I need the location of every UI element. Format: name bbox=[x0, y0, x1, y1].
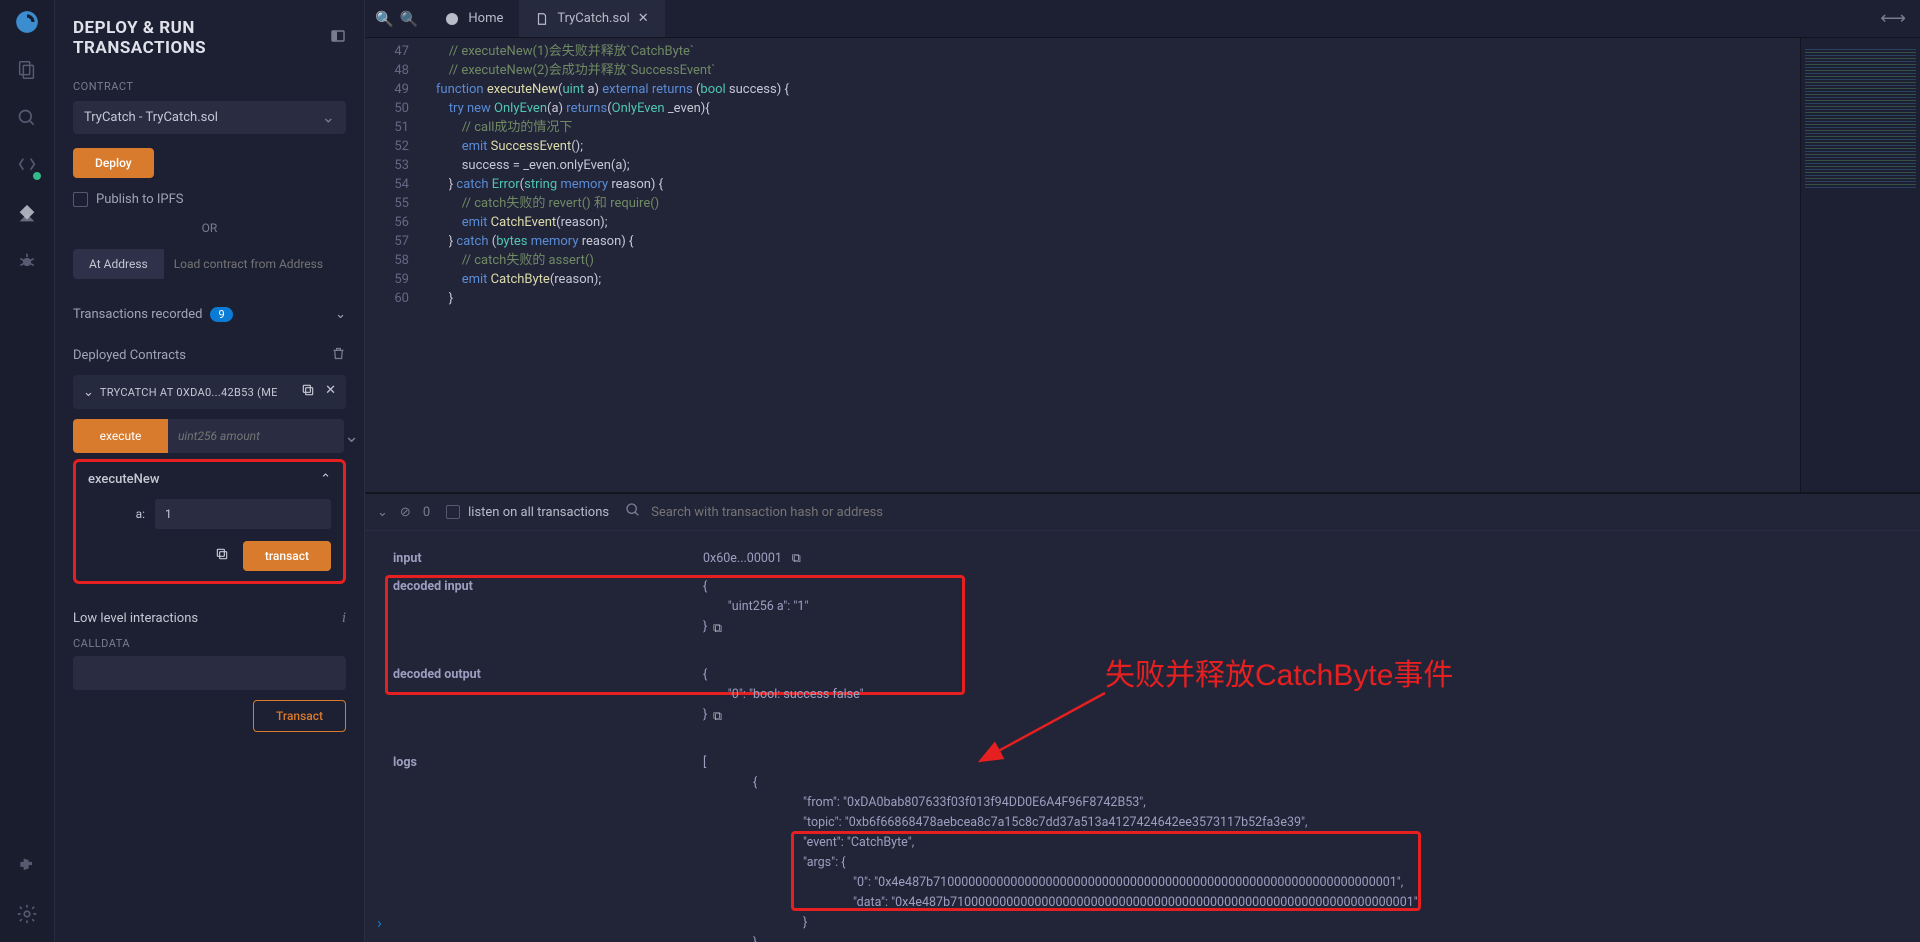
instance-name: TRYCATCH AT 0XDA0...42B53 (ME bbox=[100, 386, 301, 399]
logo-icon[interactable] bbox=[13, 8, 41, 36]
deployed-contracts-label: Deployed Contracts bbox=[73, 348, 186, 363]
terminal-toggle-icon[interactable]: ⌄ bbox=[377, 505, 388, 520]
param-a-label: a: bbox=[88, 507, 145, 521]
panel-collapse-icon[interactable] bbox=[330, 28, 346, 48]
tab-home[interactable]: Home bbox=[428, 0, 519, 37]
param-a-input[interactable] bbox=[155, 499, 331, 529]
chevron-down-icon: ⌄ bbox=[335, 307, 346, 322]
lli-transact-button[interactable]: Transact bbox=[253, 700, 346, 732]
info-icon[interactable]: i bbox=[342, 610, 346, 627]
transact-button[interactable]: transact bbox=[243, 541, 331, 571]
icon-rail bbox=[0, 0, 55, 942]
plugin-icon[interactable] bbox=[13, 852, 41, 880]
chevron-down-icon: ⌄ bbox=[83, 385, 94, 400]
or-divider: OR bbox=[73, 221, 346, 235]
execute-fn-button[interactable]: execute bbox=[73, 419, 168, 453]
search-icon[interactable] bbox=[13, 104, 41, 132]
publish-ipfs-checkbox[interactable] bbox=[73, 192, 88, 207]
search-icon[interactable] bbox=[625, 502, 641, 522]
terminal-prompt-icon[interactable]: › bbox=[377, 913, 382, 932]
collapse-executeNew-icon[interactable]: ⌃ bbox=[320, 472, 331, 487]
executeNew-expanded: executeNew ⌃ a: transact bbox=[73, 459, 346, 584]
panel-title: DEPLOY & RUN TRANSACTIONS bbox=[73, 18, 330, 58]
at-address-button[interactable]: At Address bbox=[73, 249, 164, 279]
tx-recorded-label: Transactions recorded bbox=[73, 307, 202, 322]
listen-checkbox[interactable] bbox=[446, 505, 460, 519]
terminal-search-input[interactable] bbox=[651, 505, 1045, 520]
deploy-button[interactable]: Deploy bbox=[73, 148, 154, 178]
transactions-recorded-row[interactable]: Transactions recorded 9 ⌄ bbox=[55, 293, 364, 336]
listen-label: listen on all transactions bbox=[468, 505, 609, 520]
copy-icon[interactable]: ⧉ bbox=[713, 621, 722, 636]
file-explorer-icon[interactable] bbox=[13, 56, 41, 84]
clear-terminal-icon[interactable]: ⊘ bbox=[400, 505, 411, 520]
compile-success-badge bbox=[31, 170, 43, 182]
trash-icon[interactable] bbox=[331, 346, 346, 365]
settings-icon[interactable] bbox=[13, 900, 41, 928]
calldata-input[interactable] bbox=[73, 656, 346, 690]
contract-select[interactable]: TryCatch - TryCatch.sol bbox=[73, 101, 346, 134]
code-editor[interactable]: 4748495051525354555657585960 // executeN… bbox=[365, 38, 1920, 492]
tab-trycatch[interactable]: TryCatch.sol ✕ bbox=[519, 0, 664, 37]
minimap[interactable] bbox=[1800, 38, 1920, 492]
zoom-out-icon[interactable]: 🔍 bbox=[400, 10, 419, 28]
close-tab-icon[interactable]: ✕ bbox=[638, 11, 649, 26]
terminal-panel: ⌄ ⊘ 0 listen on all transactions i bbox=[365, 492, 1920, 942]
zoom-in-icon[interactable]: 🔍 bbox=[375, 10, 394, 28]
copy-calldata-icon[interactable] bbox=[215, 547, 229, 565]
copy-address-icon[interactable] bbox=[301, 383, 315, 401]
publish-ipfs-label: Publish to IPFS bbox=[96, 192, 184, 207]
close-instance-icon[interactable]: ✕ bbox=[325, 383, 336, 401]
deploy-icon[interactable] bbox=[13, 200, 41, 228]
maximize-editor-icon[interactable]: ⟷ bbox=[1866, 8, 1920, 29]
lli-title: Low level interactions bbox=[73, 611, 198, 626]
executeNew-label: executeNew bbox=[88, 472, 159, 487]
debugger-icon[interactable] bbox=[13, 248, 41, 276]
compiler-icon[interactable] bbox=[13, 152, 41, 180]
expand-execute-icon[interactable]: ⌄ bbox=[344, 426, 359, 447]
tabs-bar: 🔍 🔍 Home TryCatch.sol ✕ ⟷ bbox=[365, 0, 1920, 38]
pending-count: 0 bbox=[423, 505, 430, 520]
tx-count-badge: 9 bbox=[210, 307, 232, 322]
copy-icon[interactable]: ⧉ bbox=[713, 709, 722, 724]
terminal-body[interactable]: input 0x60e...00001⧉ decoded input { "ui… bbox=[365, 531, 1920, 942]
contract-instance-header[interactable]: ⌄ TRYCATCH AT 0XDA0...42B53 (ME ✕ bbox=[73, 375, 346, 409]
deploy-panel: DEPLOY & RUN TRANSACTIONS CONTRACT TryCa… bbox=[55, 0, 365, 942]
contract-label: CONTRACT bbox=[73, 80, 346, 93]
calldata-label: CALLDATA bbox=[73, 637, 346, 650]
copy-icon[interactable]: ⧉ bbox=[792, 551, 801, 566]
execute-fn-input[interactable] bbox=[168, 419, 344, 453]
at-address-input[interactable] bbox=[164, 249, 346, 279]
